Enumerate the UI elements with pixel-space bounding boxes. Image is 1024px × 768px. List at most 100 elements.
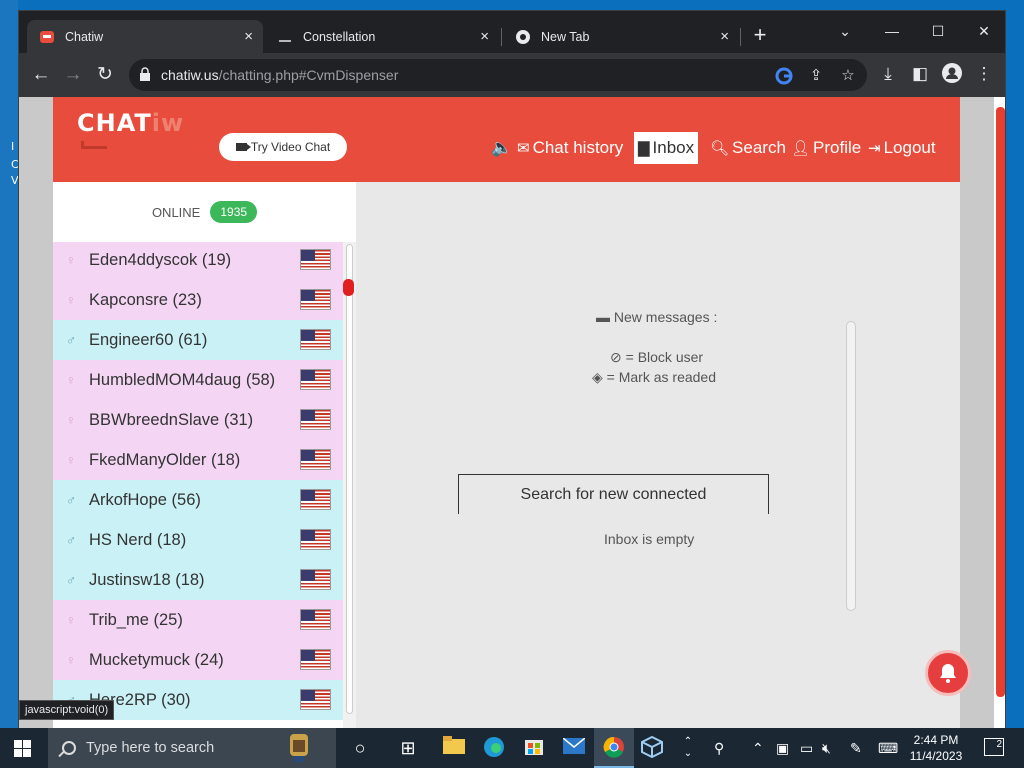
windows-taskbar: Type here to search ○ ⊞ ⌃ ⌄ ⚲ ⌃ ▣ ▭ 🔇︎ ✎ … [0,728,1024,768]
tab-close-icon[interactable]: × [244,28,253,45]
side-panel-icon[interactable]: ◧ [909,63,931,85]
nav-inbox[interactable]: ▇ Inbox [634,132,699,164]
user-list-item[interactable]: ♀ Eden4ddyscok (19) [53,242,343,280]
user-name: ArkofHope (56) [89,490,201,509]
logo-tail-graphic [81,141,107,149]
forward-arrow-icon[interactable]: → [61,63,85,87]
url-text: chatiw.us/chatting.php#CvmDispenser [161,67,399,83]
user-list-item[interactable]: ♀ Kapconsre (23) [53,280,343,320]
clock-date: 11/4/2023 [909,749,963,763]
user-list-item[interactable]: ♀ Trib_me (25) [53,600,343,640]
taskbar-search-box[interactable]: Type here to search [48,728,336,768]
us-flag-icon [300,289,331,310]
widgets-icon[interactable]: ⊞ [396,736,420,760]
page-margin [19,97,53,728]
online-counter: ONLINE 1935 [53,182,356,242]
user-icon: 👤︎ [791,140,811,157]
mute-icon[interactable]: 🔈 [491,135,512,161]
user-list-item[interactable]: ♀ HumbledMOM4daug (58) [53,360,343,400]
virtualbox-icon[interactable] [640,735,664,760]
user-list-scrollbar[interactable] [343,242,356,728]
user-list-item[interactable]: ♀ BBWbreednSlave (31) [53,400,343,440]
user-list-item[interactable]: ♀ Mucketymuck (24) [53,640,343,680]
chatiw-logo[interactable]: CHATiw [77,109,184,137]
taskbar-clock[interactable]: 2:44 PM 11/4/2023 [904,732,968,764]
user-name: Mucketymuck (24) [89,650,224,669]
edge-icon[interactable] [482,736,506,760]
nav-profile[interactable]: 👤︎ Profile [791,135,861,161]
notification-bell-button[interactable] [925,650,971,696]
kebab-menu-icon[interactable]: ⋮ [973,63,995,85]
status-bar-url: javascript:void(0) [19,700,115,720]
mark-read-legend: ◈ = Mark as readed [592,369,717,385]
search-new-connected-button[interactable]: Search for new connected [458,474,769,514]
inbox-empty-text: Inbox is empty [604,531,695,547]
close-window-button[interactable]: ✕ [961,17,1007,45]
google-icon[interactable] [775,67,793,85]
store-icon[interactable] [522,736,546,760]
user-list-item[interactable]: ♀ FkedManyOlder (18) [53,440,343,480]
new-tab-button[interactable]: + [748,24,772,48]
search-icon: 🔍︎ [710,140,730,157]
file-explorer-icon[interactable] [442,736,466,760]
user-list-item[interactable]: ♂ HS Nerd (18) [53,520,343,560]
mail-icon[interactable] [562,736,586,760]
notification-count: 2 [996,739,1002,750]
nav-search[interactable]: 🔍︎ Search [710,135,786,161]
user-list: ♀ Eden4ddyscok (19) ♀ Kapconsre (23) ♂ Engine… [53,242,343,728]
taskbar-scroll-arrows[interactable]: ⌃ ⌄ [676,736,700,760]
user-name: Engineer60 (61) [89,330,208,349]
tab-constellation[interactable]: Constellation × [265,20,499,53]
tab-title: New Tab [541,29,590,44]
profile-avatar-icon[interactable] [941,63,963,85]
user-list-item[interactable]: ♂ Engineer60 (61) [53,320,343,360]
page-scrollbar[interactable] [994,97,1005,728]
start-windows-icon[interactable] [14,740,31,757]
minimize-button[interactable]: — [869,17,915,45]
page-scrollbar-thumb[interactable] [996,107,1005,697]
user-list-item[interactable]: ♂ ArkofHope (56) [53,480,343,520]
network-device-icon[interactable]: ▣ [776,740,789,757]
scrollbar-thumb[interactable] [346,244,353,714]
tab-chatiw[interactable]: Chatiw × [27,20,263,53]
nav-chat-history[interactable]: ✉ Chat history [517,135,623,161]
people-icon[interactable]: ⚲ [714,740,724,757]
page-viewport: CHATiw Try Video Chat 🔈 ✉ Chat history ▇ I… [19,97,1005,728]
tab-new-tab[interactable]: New Tab × [503,20,739,53]
male-icon: ♂ [65,492,77,508]
tab-close-icon[interactable]: × [720,28,729,45]
male-icon: ♂ [65,332,77,348]
tab-search-button[interactable]: ⌄ [822,17,868,45]
pen-icon[interactable]: ✎ [850,740,862,757]
address-bar[interactable]: chatiw.us/chatting.php#CvmDispenser ⇪ ☆ [129,59,867,91]
block-icon: ⊘ [610,349,622,365]
user-name: Trib_me (25) [89,610,183,629]
tab-close-icon[interactable]: × [480,28,489,45]
male-icon: ♂ [65,532,77,548]
reload-icon[interactable]: ↻ [93,63,117,87]
female-icon: ♀ [65,452,77,468]
chrome-taskbar-icon[interactable] [602,736,626,760]
user-list-item[interactable]: ♂ Justinsw18 (18) [53,560,343,600]
back-arrow-icon[interactable]: ← [29,63,53,87]
us-flag-icon [300,329,331,350]
keyboard-icon[interactable]: ⌨ [878,740,898,757]
us-flag-icon [300,409,331,430]
inbox-scrollbar[interactable] [846,321,856,611]
notification-center-icon[interactable]: 2 [984,738,1004,756]
online-count-badge: 1935 [210,201,258,223]
volume-muted-icon[interactable]: 🔇︎ [822,740,831,757]
nav-logout[interactable]: ⇥ Logout [868,135,936,161]
show-hidden-icons[interactable]: ⌃ [752,740,764,757]
download-icon[interactable]: ⤓ [877,63,899,85]
network-icon[interactable]: ▭ [800,740,813,757]
task-view-icon[interactable]: ○ [348,736,372,760]
us-flag-icon [300,609,331,630]
try-video-chat-button[interactable]: Try Video Chat [219,133,347,161]
share-icon[interactable]: ⇪ [807,67,825,85]
us-flag-icon [300,449,331,470]
eye-slash-icon: ◈ [592,369,603,385]
chrome-icon [515,29,531,45]
bookmark-star-icon[interactable]: ☆ [839,67,857,85]
maximize-button[interactable]: ☐ [915,17,961,45]
